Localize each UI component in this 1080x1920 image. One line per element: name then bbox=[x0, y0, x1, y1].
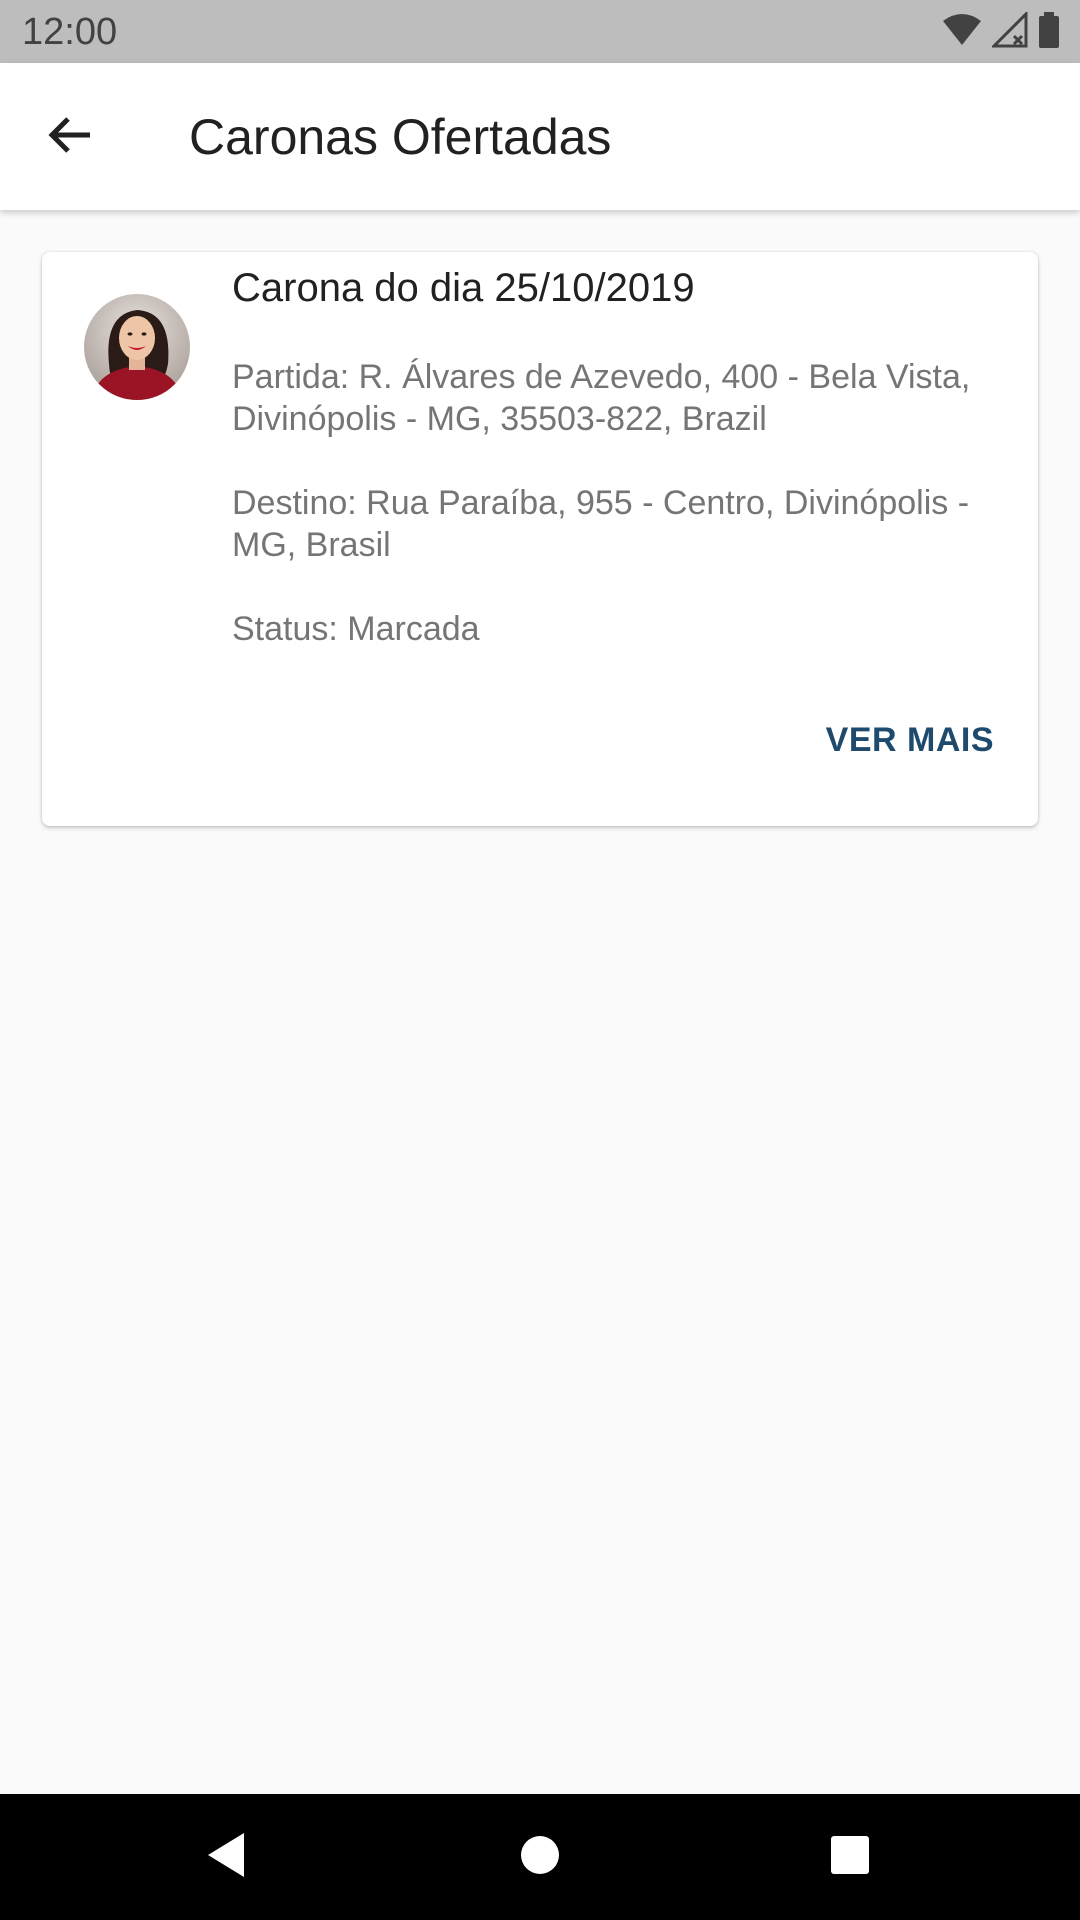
recents-square-icon bbox=[830, 1835, 870, 1880]
status-icons bbox=[942, 9, 1060, 53]
arrow-back-icon bbox=[46, 111, 94, 164]
status-time: 12:00 bbox=[22, 11, 118, 53]
back-button[interactable] bbox=[30, 97, 110, 177]
card-title: Carona do dia 25/10/2019 bbox=[232, 266, 695, 310]
ride-card[interactable]: Carona do dia 25/10/2019 Partida: R. Álv… bbox=[42, 252, 1038, 826]
wifi-icon bbox=[942, 13, 982, 52]
avatar bbox=[84, 294, 190, 400]
content-area: Carona do dia 25/10/2019 Partida: R. Álv… bbox=[0, 210, 1080, 1794]
signal-icon bbox=[990, 9, 1028, 53]
back-triangle-icon bbox=[204, 1831, 248, 1884]
status-text: Status: Marcada bbox=[232, 610, 480, 648]
nav-home-button[interactable] bbox=[510, 1827, 570, 1887]
navigation-bar bbox=[0, 1794, 1080, 1920]
page-title: Caronas Ofertadas bbox=[189, 109, 612, 165]
battery-icon bbox=[1038, 11, 1060, 53]
nav-back-button[interactable] bbox=[196, 1827, 256, 1887]
destino-text: Destino: Rua Paraíba, 955 - Centro, Divi… bbox=[232, 484, 970, 564]
app-bar: Caronas Ofertadas bbox=[0, 63, 1080, 210]
partida-text: Partida: R. Álvares de Azevedo, 400 - Be… bbox=[232, 358, 971, 438]
ver-mais-button[interactable]: VER MAIS bbox=[826, 712, 994, 768]
status-bar: 12:00 bbox=[0, 0, 1080, 63]
home-circle-icon bbox=[520, 1835, 560, 1880]
nav-recents-button[interactable] bbox=[820, 1827, 880, 1887]
